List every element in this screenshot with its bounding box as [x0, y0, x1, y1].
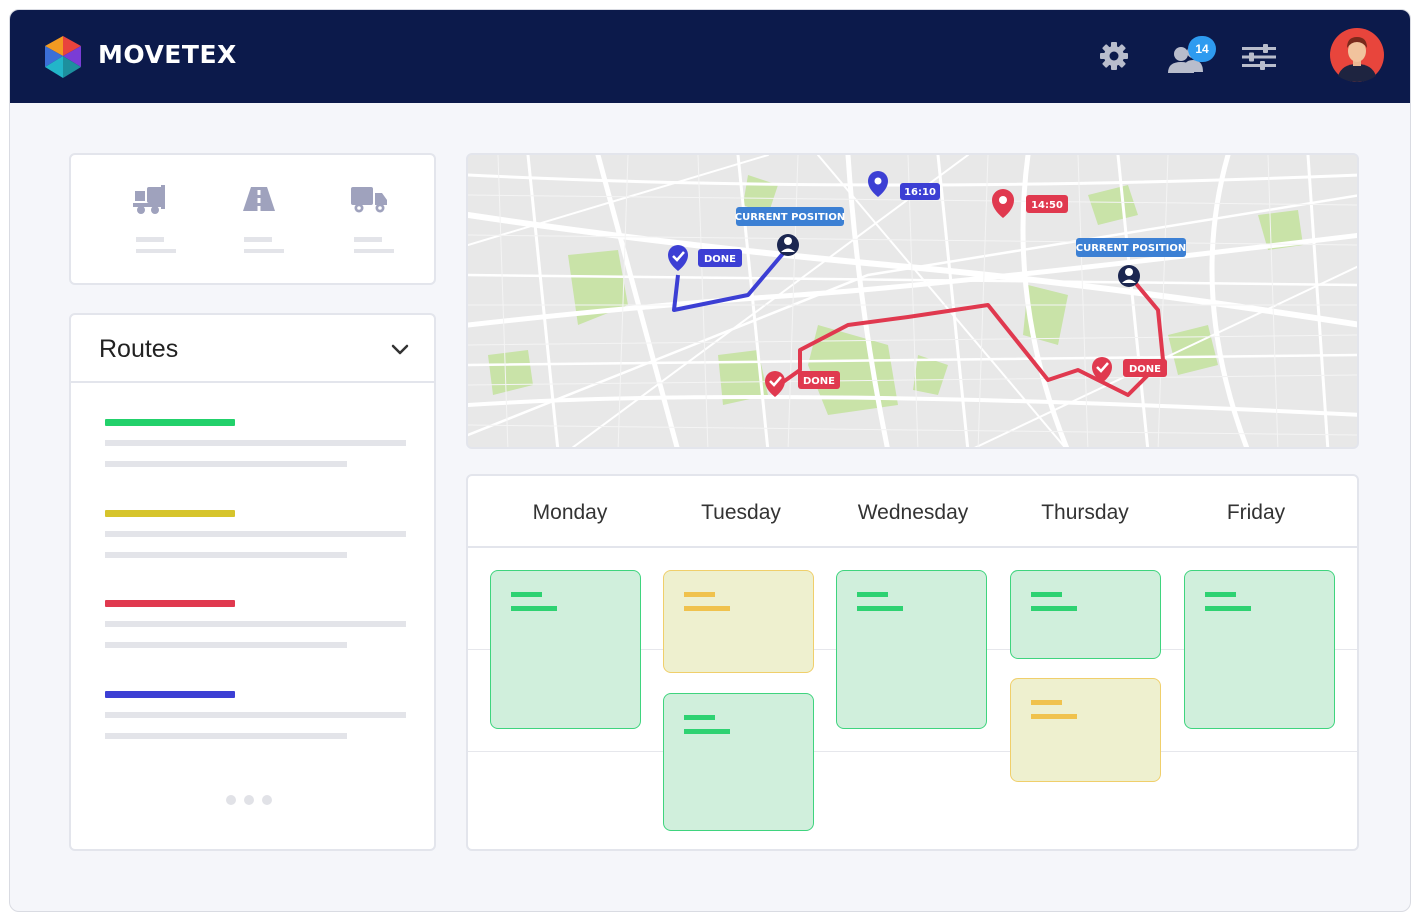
- quick-action-truck[interactable]: [344, 185, 394, 253]
- day-monday[interactable]: Monday: [485, 501, 655, 525]
- calendar-event[interactable]: [1184, 570, 1335, 729]
- day-thursday[interactable]: Thursday: [1000, 501, 1170, 525]
- filter-sliders-icon[interactable]: [1242, 44, 1276, 70]
- route-color-bar-yellow: [105, 510, 235, 517]
- routes-header[interactable]: Routes: [71, 315, 434, 383]
- map-label-done-red-left: DONE: [803, 376, 835, 387]
- more-dots[interactable]: [226, 795, 272, 805]
- user-avatar[interactable]: [1330, 28, 1384, 82]
- current-position-person-icon[interactable]: [777, 234, 799, 256]
- route-map[interactable]: DONE CURRENT POSITION 16:10 14:50 CURREN…: [466, 153, 1359, 449]
- settings-gear-icon[interactable]: [1098, 40, 1130, 72]
- route-color-bar-blue: [105, 691, 235, 698]
- map-label-current-position-red: CURRENT POSITION: [1076, 243, 1187, 254]
- map-label-done-red-right: DONE: [1129, 364, 1161, 375]
- map-canvas[interactable]: DONE CURRENT POSITION 16:10 14:50 CURREN…: [468, 155, 1359, 449]
- weekly-calendar: Monday Tuesday Wednesday Thursday Friday: [466, 474, 1359, 851]
- day-friday[interactable]: Friday: [1171, 501, 1341, 525]
- calendar-event[interactable]: [663, 570, 814, 673]
- quick-action-road[interactable]: [234, 185, 284, 253]
- truck-icon: [351, 187, 387, 213]
- route-item[interactable]: [105, 691, 407, 739]
- day-tuesday[interactable]: Tuesday: [656, 501, 826, 525]
- routes-panel: Routes: [69, 313, 436, 851]
- calendar-day-header: Monday Tuesday Wednesday Thursday Friday: [468, 476, 1357, 548]
- day-wednesday[interactable]: Wednesday: [828, 501, 998, 525]
- calendar-event[interactable]: [1010, 678, 1161, 782]
- current-position-person-icon[interactable]: [1118, 265, 1140, 287]
- route-color-bar-green: [105, 419, 235, 426]
- chevron-down-icon[interactable]: [389, 343, 411, 357]
- route-color-bar-red: [105, 600, 235, 607]
- app-window: MOVETEX 14 Routes DONE CURRENT POSITION …: [9, 9, 1411, 912]
- notification-badge: 14: [1188, 36, 1216, 62]
- calendar-event[interactable]: [1010, 570, 1161, 659]
- routes-title: Routes: [99, 335, 179, 363]
- map-label-time-blue: 16:10: [904, 187, 936, 198]
- route-item[interactable]: [105, 600, 407, 648]
- quick-action-forklift[interactable]: [126, 185, 176, 253]
- top-navbar: MOVETEX 14: [10, 10, 1410, 103]
- brand-name: MOVETEX: [98, 40, 237, 69]
- route-item[interactable]: [105, 510, 407, 558]
- calendar-event[interactable]: [663, 693, 814, 831]
- quick-actions-card: [69, 153, 436, 285]
- map-label-done-blue: DONE: [704, 254, 736, 265]
- logo-icon: [45, 36, 81, 78]
- calendar-event[interactable]: [490, 570, 641, 729]
- calendar-event[interactable]: [836, 570, 987, 729]
- route-item[interactable]: [105, 419, 407, 467]
- map-label-time-red: 14:50: [1031, 200, 1063, 211]
- map-label-current-position-blue: CURRENT POSITION: [735, 212, 846, 223]
- forklift-icon: [133, 185, 165, 214]
- road-icon: [243, 187, 275, 211]
